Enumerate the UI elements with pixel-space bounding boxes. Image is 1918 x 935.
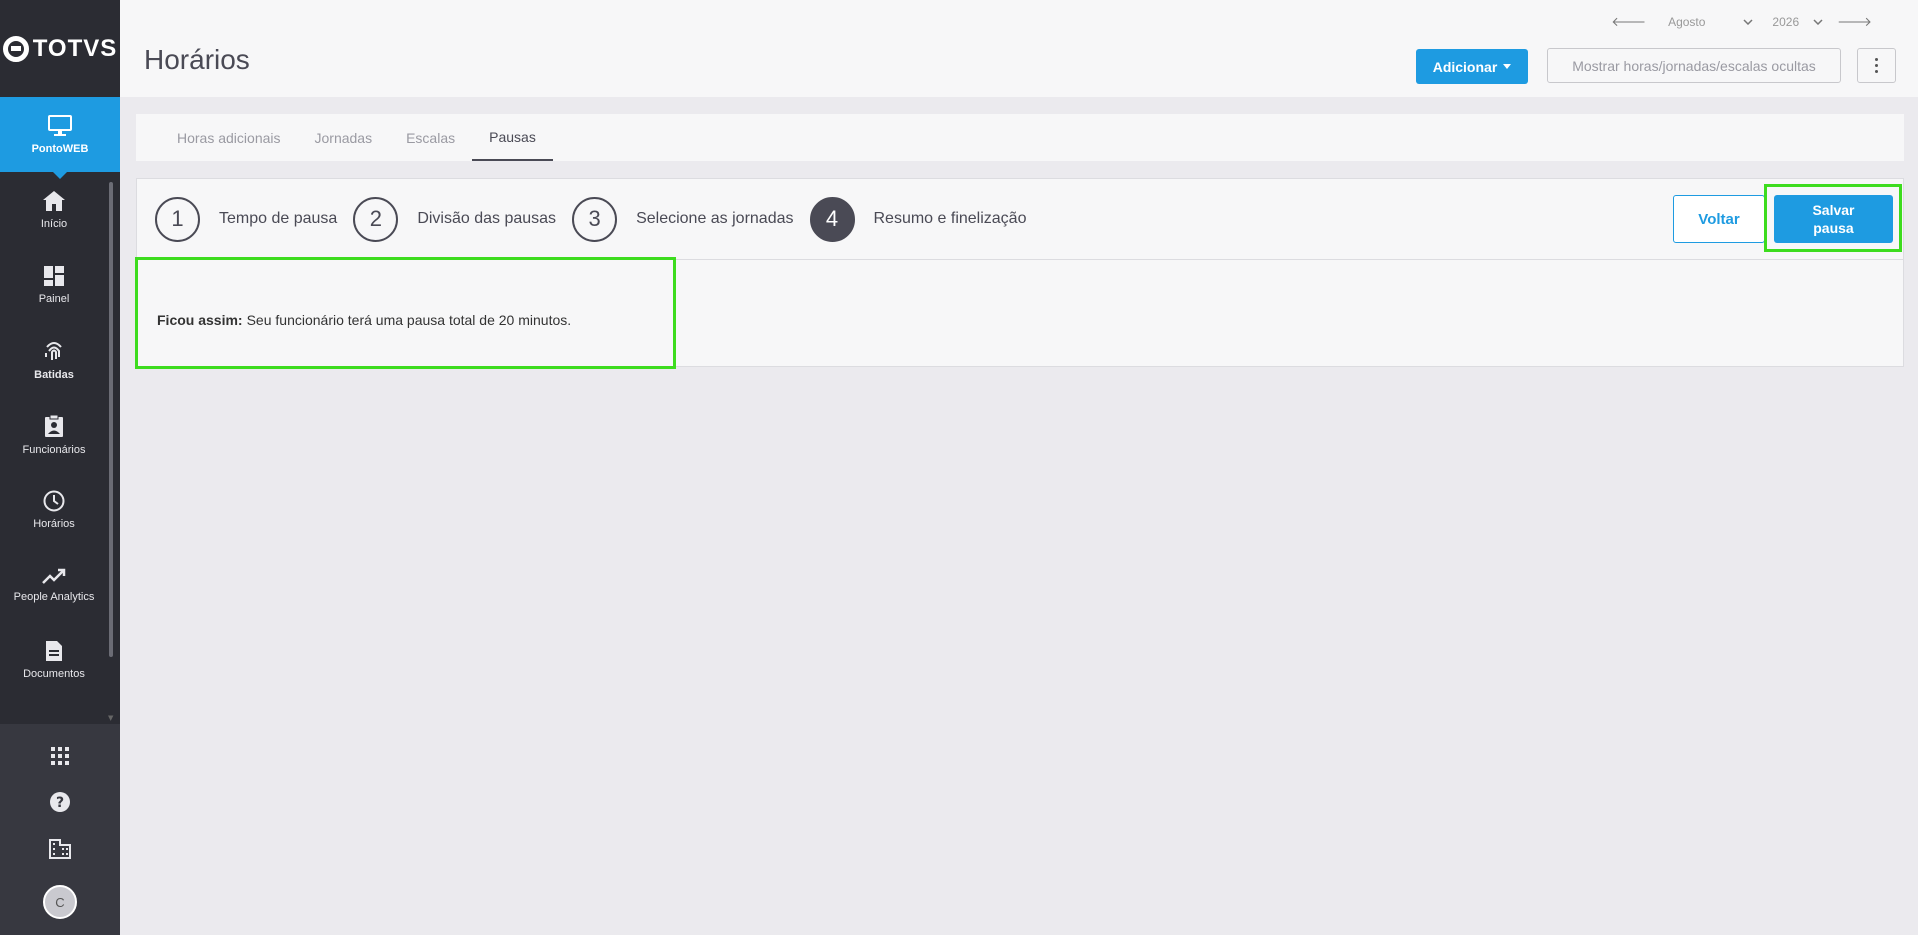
- summary-text: Seu funcionário terá uma pausa total de …: [246, 312, 572, 328]
- sidebar-scroll-thumb[interactable]: [109, 182, 113, 657]
- sidebar-item-label: Início: [40, 217, 68, 230]
- sidebar-item-painel[interactable]: Painel: [0, 247, 108, 322]
- wizard-steps: 1 Tempo de pausa 2 Divisão das pausas 3 …: [137, 179, 1903, 260]
- sidebar-item-label: People Analytics: [13, 590, 95, 603]
- totvs-logo-icon: [2, 35, 29, 62]
- year-value: 2026: [1772, 15, 1800, 29]
- clock-icon: [43, 490, 65, 511]
- sidebar-bottom: ? C: [0, 724, 120, 935]
- chevron-down-icon: [1743, 19, 1753, 25]
- sidebar-item-horarios[interactable]: Horários: [0, 472, 108, 547]
- summary-label: Ficou assim:: [157, 312, 243, 328]
- step-label: Divisão das pausas: [417, 210, 557, 227]
- caret-down-icon: [1503, 64, 1512, 69]
- trending-up-icon: [42, 568, 66, 584]
- scroll-down-arrow-icon[interactable]: ▼: [108, 714, 113, 722]
- sidebar-item-documentos[interactable]: Documentos: [0, 622, 108, 697]
- step-number: 3: [572, 196, 618, 242]
- apps-grid-icon[interactable]: [51, 747, 69, 765]
- step-number: 4: [809, 196, 855, 242]
- dashboard-icon: [44, 265, 64, 286]
- sidebar-item-people-analytics[interactable]: People Analytics: [0, 547, 108, 622]
- tab-escalas[interactable]: Escalas: [389, 114, 472, 161]
- step-label: Selecione as jornadas: [636, 210, 794, 227]
- step-label: Resumo e finelização: [873, 210, 1027, 227]
- back-button[interactable]: Voltar: [1673, 195, 1765, 243]
- add-button-label: Adicionar: [1432, 58, 1498, 75]
- avatar[interactable]: C: [43, 885, 77, 919]
- save-button-label: Salvar pausa: [1812, 201, 1854, 237]
- sidebar-item-label: Horários: [33, 517, 75, 530]
- sidebar-nav: Início Painel Batidas Funcionários Horár…: [0, 172, 108, 697]
- month-select[interactable]: Agosto: [1668, 15, 1753, 29]
- save-pause-button[interactable]: Salvar pausa: [1774, 195, 1893, 243]
- sidebar-item-funcionarios[interactable]: Funcionários: [0, 397, 108, 472]
- tab-bar: Horas adicionais Jornadas Escalas Pausas: [136, 114, 1904, 161]
- sidebar-item-label: Painel: [38, 292, 70, 305]
- step-label: Tempo de pausa: [219, 210, 338, 227]
- sidebar-item-label: Documentos: [23, 667, 85, 680]
- module-label: PontoWEB: [31, 142, 89, 155]
- date-navigation: 🡐 Agosto 2026 🡒: [1611, 14, 1872, 30]
- sidebar: TOTVS PontoWEB Início Painel Batidas Fun…: [0, 0, 120, 935]
- wizard-step-3[interactable]: 3 Selecione as jornadas: [572, 196, 794, 242]
- sidebar-item-label: Batidas: [34, 368, 74, 381]
- chevron-down-icon: [1813, 19, 1823, 25]
- document-icon: [46, 640, 62, 661]
- next-month-arrow-icon[interactable]: 🡒: [1837, 14, 1872, 30]
- kebab-dot-icon: [1875, 70, 1878, 73]
- sidebar-item-batidas[interactable]: Batidas: [0, 322, 108, 397]
- home-icon: [43, 190, 65, 211]
- logo-text: TOTVS: [32, 34, 118, 62]
- summary-box: Ficou assim: Seu funcionário terá uma pa…: [135, 257, 676, 369]
- module-pontoweb[interactable]: PontoWEB: [0, 97, 120, 179]
- svg-text:?: ?: [56, 795, 64, 811]
- page-title: Horários: [144, 44, 250, 75]
- tab-jornadas[interactable]: Jornadas: [298, 114, 390, 161]
- kebab-dot-icon: [1875, 64, 1878, 67]
- building-icon[interactable]: [49, 839, 71, 859]
- wizard-step-4[interactable]: 4 Resumo e finelização: [809, 196, 1027, 242]
- pause-wizard-card: 1 Tempo de pausa 2 Divisão das pausas 3 …: [135, 178, 1904, 369]
- kebab-dot-icon: [1875, 58, 1878, 61]
- previous-month-arrow-icon[interactable]: 🡐: [1611, 14, 1646, 30]
- save-label-line1: Salvar: [1812, 202, 1855, 218]
- show-hidden-button[interactable]: Mostrar horas/jornadas/escalas ocultas: [1547, 48, 1841, 83]
- help-icon[interactable]: ?: [49, 791, 71, 813]
- save-highlight: Salvar pausa: [1764, 184, 1902, 252]
- wizard-step-1[interactable]: 1 Tempo de pausa: [155, 196, 338, 242]
- step-number: 2: [353, 196, 399, 242]
- step-number: 1: [155, 196, 200, 242]
- monitor-icon: [48, 114, 72, 136]
- fingerprint-icon: [45, 341, 62, 360]
- month-value: Agosto: [1668, 15, 1706, 29]
- avatar-initial: C: [55, 894, 65, 910]
- more-options-button[interactable]: [1857, 48, 1896, 83]
- totvs-logo[interactable]: TOTVS: [0, 0, 120, 97]
- tab-horas-adicionais[interactable]: Horas adicionais: [160, 114, 298, 161]
- badge-icon: [45, 414, 63, 437]
- sidebar-item-label: Funcionários: [22, 443, 86, 456]
- add-button[interactable]: Adicionar: [1416, 49, 1528, 84]
- page-header: Horários 🡐 Agosto 2026 🡒 Adicionar Mostr…: [120, 0, 1918, 97]
- save-label-line2: pausa: [1813, 220, 1854, 236]
- tab-pausas[interactable]: Pausas: [472, 114, 553, 161]
- wizard-step-2[interactable]: 2 Divisão das pausas: [353, 196, 557, 242]
- sidebar-item-inicio[interactable]: Início: [0, 172, 108, 247]
- sidebar-scrollbar[interactable]: ▼: [108, 182, 114, 722]
- year-select[interactable]: 2026: [1772, 15, 1823, 29]
